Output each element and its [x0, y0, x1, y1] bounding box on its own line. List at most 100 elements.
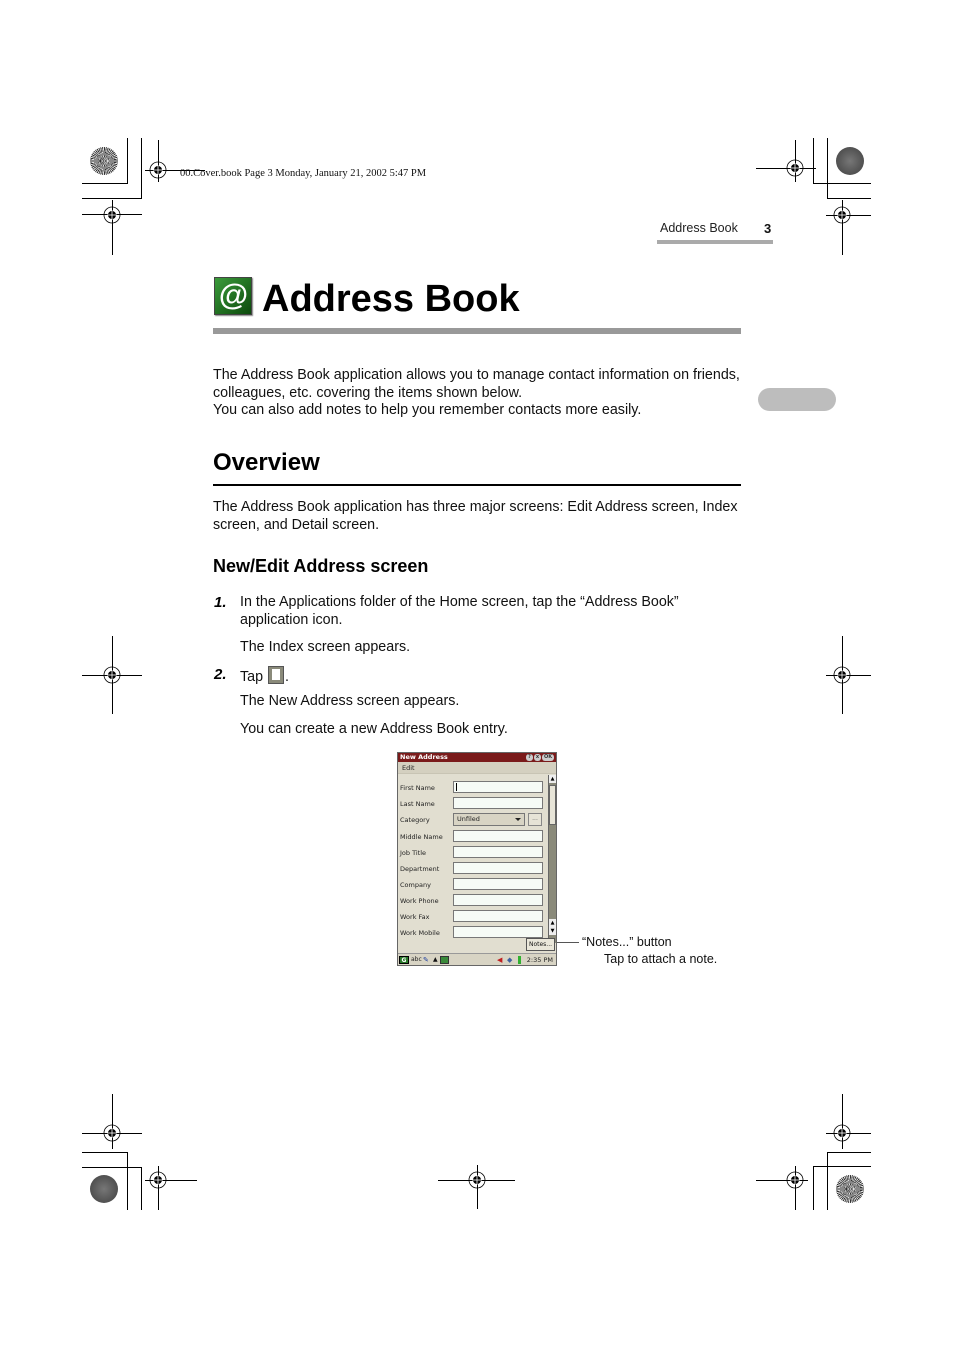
field-job-title: Job Title — [398, 845, 548, 861]
address-book-taskbar-icon[interactable] — [440, 956, 449, 964]
intro-paragraph: The Address Book application allows you … — [213, 367, 743, 420]
step-line: In the Applications folder of the Home s… — [240, 594, 679, 610]
last-name-input[interactable] — [453, 797, 543, 809]
field-category: Category Unfiled ... — [398, 812, 548, 828]
company-input[interactable] — [453, 878, 543, 890]
pen-icon[interactable]: ✎ — [423, 956, 429, 964]
overview-paragraph: The Address Book application has three m… — [213, 499, 743, 534]
field-label: Last Name — [400, 800, 435, 808]
scroll-down-icon[interactable]: ▼ — [549, 927, 556, 935]
notes-button[interactable]: Notes... — [526, 938, 555, 951]
running-head-rule — [657, 240, 773, 244]
field-label: First Name — [400, 784, 435, 792]
registration-target-icon — [103, 666, 121, 684]
registration-target-icon — [149, 161, 167, 179]
step-2-result: The New Address screen appears. — [240, 693, 460, 709]
field-last-name: Last Name — [398, 796, 548, 812]
clock: 2:35 PM — [526, 956, 553, 964]
intro-line: The Address Book application allows you … — [213, 367, 740, 383]
registration-target-icon — [833, 1124, 851, 1142]
callout-description: Tap to attach a note. — [604, 952, 718, 966]
page-number: 3 — [764, 221, 772, 236]
subsection-heading: New/Edit Address screen — [213, 556, 429, 576]
speaker-icon[interactable]: ◀ — [497, 956, 502, 964]
field-label: Work Fax — [400, 913, 430, 921]
color-bar-dark-icon — [90, 1175, 118, 1203]
step-number: 1. — [214, 594, 227, 611]
color-bar-dark-icon — [836, 147, 864, 175]
battery-icon[interactable] — [518, 956, 521, 964]
step-1-result: The Index screen appears. — [240, 639, 411, 655]
section-heading-overview: Overview — [213, 449, 320, 476]
first-name-input[interactable] — [453, 781, 543, 793]
step-suffix: . — [285, 669, 290, 685]
help-button[interactable]: ? — [526, 754, 533, 761]
field-middle-name: Middle Name — [398, 829, 548, 845]
new-document-icon — [268, 666, 285, 684]
category-select[interactable]: Unfiled — [453, 813, 525, 826]
work-mobile-input[interactable] — [453, 926, 543, 938]
category-edit-button[interactable]: ... — [528, 813, 542, 826]
network-icon[interactable]: ◆ — [507, 956, 512, 964]
text-cursor — [456, 783, 457, 791]
field-label: Job Title — [400, 849, 427, 857]
scroll-up-icon[interactable]: ▲ — [549, 919, 556, 927]
new-address-screenshot: New Address ? x OK Edit First Name Last … — [397, 752, 557, 966]
close-button[interactable]: x — [534, 754, 541, 761]
intro-line: You can also add notes to help you remem… — [213, 402, 642, 418]
scroll-up-icon[interactable]: ▲ — [549, 775, 556, 783]
field-label: Work Phone — [400, 897, 439, 905]
work-phone-input[interactable] — [453, 894, 543, 906]
color-bar-starburst-icon — [90, 147, 118, 175]
caret-up-icon[interactable]: ▲ — [433, 956, 438, 964]
field-label: Middle Name — [400, 833, 443, 841]
chapter-title: Address Book — [262, 278, 520, 320]
registration-target-icon — [468, 1171, 486, 1189]
field-company: Company — [398, 877, 548, 893]
field-work-fax: Work Fax — [398, 909, 548, 925]
category-value: Unfiled — [457, 815, 480, 823]
chevron-down-icon — [515, 818, 521, 821]
print-slug: 00.Cover.book Page 3 Monday, January 21,… — [180, 168, 427, 179]
device-title-bar: New Address ? x OK — [398, 753, 556, 762]
step-line: application icon. — [240, 611, 343, 628]
step-number: 2. — [214, 666, 227, 683]
department-input[interactable] — [453, 862, 543, 874]
middle-name-input[interactable] — [453, 830, 543, 842]
registration-target-icon — [103, 206, 121, 224]
scrollbar-thumb[interactable] — [549, 785, 556, 825]
field-label: Company — [400, 881, 431, 889]
device-taskbar: G abc ✎ ▲ ◀ ◆ 2:35 PM — [398, 953, 556, 965]
callout-leader-line — [557, 942, 579, 943]
device-menu-edit[interactable]: Edit — [398, 762, 556, 774]
section-heading-rule — [213, 484, 741, 486]
registration-target-icon — [786, 159, 804, 177]
color-bar-starburst-icon — [836, 1175, 864, 1203]
callout-title: “Notes...” button — [582, 935, 672, 949]
overview-line: The Address Book application has three m… — [213, 499, 738, 515]
home-icon[interactable]: G — [399, 956, 409, 964]
overview-line: screen, and Detail screen. — [213, 516, 380, 533]
chapter-thumb-tab — [758, 388, 836, 411]
field-first-name: First Name — [398, 780, 548, 796]
field-department: Department — [398, 861, 548, 877]
registration-target-icon — [103, 1124, 121, 1142]
registration-target-icon — [149, 1171, 167, 1189]
intro-line: colleagues, etc. covering the items show… — [213, 384, 523, 401]
job-title-input[interactable] — [453, 846, 543, 858]
registration-target-icon — [833, 666, 851, 684]
field-label: Category — [400, 816, 430, 824]
field-label: Work Mobile — [400, 929, 440, 937]
field-label: Department — [400, 865, 440, 873]
running-head-section: Address Book — [660, 221, 738, 235]
input-mode-indicator[interactable]: abc — [411, 956, 422, 964]
step-2-result: You can create a new Address Book entry. — [240, 721, 508, 737]
chapter-title-rule — [213, 328, 741, 334]
step-1-text: In the Applications folder of the Home s… — [240, 594, 720, 629]
vertical-scrollbar[interactable]: ▲ ▲ ▼ — [548, 775, 556, 943]
address-book-app-icon: @ — [214, 277, 252, 315]
work-fax-input[interactable] — [453, 910, 543, 922]
registration-target-icon — [833, 206, 851, 224]
ok-button[interactable]: OK — [542, 754, 554, 761]
device-title: New Address — [400, 753, 448, 761]
